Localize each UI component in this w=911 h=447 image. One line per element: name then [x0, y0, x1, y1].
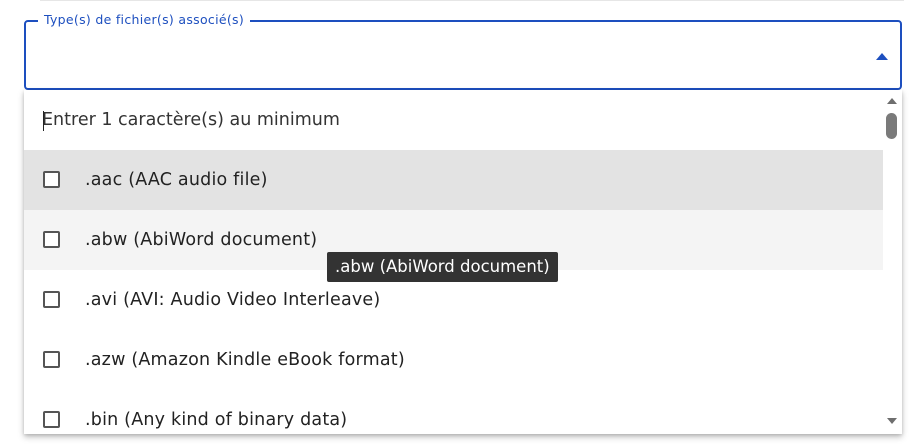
file-type-select-field[interactable]: Type(s) de fichier(s) associé(s) — [24, 12, 902, 90]
checkbox-bin[interactable] — [43, 411, 60, 428]
file-type-field-label: Type(s) de fichier(s) associé(s) — [38, 12, 250, 28]
caret-up-icon[interactable] — [876, 53, 888, 60]
option-bin[interactable]: .bin (Any kind of binary data) — [24, 390, 883, 434]
checkbox-azw[interactable] — [43, 351, 60, 368]
option-label: .aac (AAC audio file) — [85, 170, 268, 190]
scroll-up-arrow-icon[interactable] — [887, 98, 897, 104]
option-label: .bin (Any kind of binary data) — [85, 410, 348, 430]
dropdown-search-row — [24, 90, 883, 150]
option-azw[interactable]: .azw (Amazon Kindle eBook format) — [24, 330, 883, 390]
scroll-down-arrow-icon[interactable] — [887, 418, 897, 424]
option-label: .azw (Amazon Kindle eBook format) — [85, 350, 405, 370]
option-label: .abw (AbiWord document) — [85, 230, 318, 250]
option-aac[interactable]: .aac (AAC audio file) — [24, 150, 883, 210]
option-label: .avi (AVI: Audio Video Interleave) — [85, 290, 381, 310]
checkbox-abw[interactable] — [43, 231, 60, 248]
dropdown-search-input[interactable] — [42, 106, 642, 134]
option-tooltip: .abw (AbiWord document) — [327, 252, 558, 282]
dropdown-scrollbar[interactable] — [883, 90, 902, 434]
checkbox-aac[interactable] — [43, 171, 60, 188]
scrollbar-thumb[interactable] — [886, 113, 897, 139]
text-cursor — [43, 111, 44, 131]
checkbox-avi[interactable] — [43, 291, 60, 308]
top-divider — [40, 0, 904, 1]
